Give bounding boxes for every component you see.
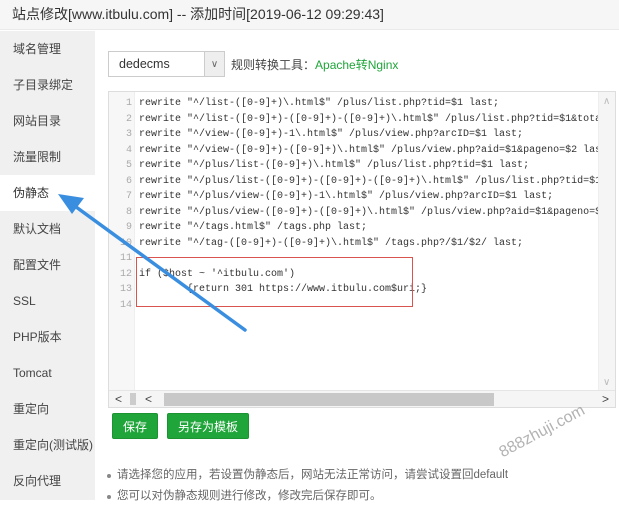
code-line: 4 rewrite "^/view-([0-9]+)-([0-9]+)\.html… bbox=[109, 143, 599, 159]
app-select[interactable]: dedecms ∨ bbox=[108, 51, 225, 77]
code-line: 7 rewrite "^/plus/view-([0-9]+)-1\.html$"… bbox=[109, 189, 599, 205]
line-number: 11 bbox=[119, 253, 132, 264]
tip-item: 请选择您的应用，若设置伪静态后，网站无法正常访问，请尝试设置回default bbox=[107, 465, 508, 486]
code-text: rewrite "^/view-([0-9]+)-1\.html$" /plus… bbox=[139, 129, 524, 140]
code-text: rewrite "^/plus/list-([0-9]+)\.html$" /p… bbox=[139, 160, 530, 171]
line-number: 10 bbox=[119, 237, 132, 249]
line-number: 4 bbox=[125, 144, 132, 156]
sidebar-item-site-directory[interactable]: 网站目录 bbox=[0, 103, 95, 139]
code-text: rewrite "^/list-([0-9]+)-([0-9]+)-([0-9]… bbox=[139, 113, 599, 125]
line-number: 13 bbox=[119, 284, 132, 295]
bullet-icon bbox=[107, 494, 111, 499]
line-number: 2 bbox=[125, 113, 132, 125]
sidebar-item-redirect[interactable]: 重定向 bbox=[0, 391, 95, 427]
chevron-down-icon[interactable]: ∨ bbox=[204, 52, 224, 76]
rewrite-toolbar: dedecms ∨ 规则转换工具： Apache转Nginx bbox=[108, 51, 398, 77]
line-number: 9 bbox=[125, 222, 132, 233]
sidebar-item-config-file[interactable]: 配置文件 bbox=[0, 247, 95, 283]
vertical-scrollbar[interactable]: ∧ ∨ bbox=[598, 92, 615, 392]
line-number: 6 bbox=[125, 175, 132, 187]
annotation-highlight-box bbox=[136, 257, 413, 307]
code-line: 5 rewrite "^/plus/list-([0-9]+)\.html$" /… bbox=[109, 158, 599, 174]
window-title: 站点修改[www.itbulu.com] -- 添加时间[2019-06-12 … bbox=[0, 0, 619, 30]
scroll-up-icon[interactable]: ∧ bbox=[603, 96, 610, 107]
code-line: 9 rewrite "^/tags.html$" /tags.php last; bbox=[109, 220, 599, 236]
code-text: rewrite "^/view-([0-9]+)-([0-9]+)\.html$… bbox=[139, 144, 599, 156]
save-as-template-button[interactable]: 另存为模板 bbox=[167, 413, 250, 439]
tips-list: 请选择您的应用，若设置伪静态后，网站无法正常访问，请尝试设置回default 您… bbox=[107, 465, 508, 507]
converter-label: 规则转换工具： bbox=[231, 57, 316, 72]
sidebar-item-php-version[interactable]: PHP版本 bbox=[0, 319, 95, 355]
save-button[interactable]: 保存 bbox=[112, 413, 159, 439]
sidebar-item-rewrite[interactable]: 伪静态 bbox=[0, 175, 95, 211]
tip-text: 您可以对伪静态规则进行修改，修改完后保存即可。 bbox=[117, 490, 382, 502]
code-line: 8 rewrite "^/plus/view-([0-9]+)-([0-9]+)\… bbox=[109, 205, 599, 221]
tip-item: 您可以对伪静态规则进行修改，修改完后保存即可。 bbox=[107, 486, 508, 507]
apache-to-nginx-link[interactable]: Apache转Nginx bbox=[315, 56, 398, 73]
code-text: rewrite "^/tag-([0-9]+)-([0-9]+)\.html$"… bbox=[139, 237, 524, 249]
line-number: 7 bbox=[125, 191, 132, 202]
sidebar-item-default-document[interactable]: 默认文档 bbox=[0, 211, 95, 247]
rewrite-code-editor[interactable]: 1 rewrite "^/list-([0-9]+)\.html$" /plus/… bbox=[108, 91, 616, 408]
sidebar-item-redirect-beta[interactable]: 重定向(测试版) bbox=[0, 427, 95, 463]
bullet-icon bbox=[107, 473, 111, 478]
sidebar: 域名管理 子目录绑定 网站目录 流量限制 伪静态 默认文档 配置文件 SSL P… bbox=[0, 31, 95, 500]
tip-text: 请选择您的应用，若设置伪静态后，网站无法正常访问，请尝试设置回default bbox=[117, 469, 509, 481]
code-text: rewrite "^/plus/list-([0-9]+)-([0-9]+)-(… bbox=[139, 175, 599, 187]
code-line: 6 rewrite "^/plus/list-([0-9]+)-([0-9]+)-… bbox=[109, 174, 599, 190]
code-text: rewrite "^/plus/view-([0-9]+)-([0-9]+)\.… bbox=[139, 206, 599, 218]
line-number: 8 bbox=[125, 206, 132, 218]
code-line: 2 rewrite "^/list-([0-9]+)-([0-9]+)-([0-9… bbox=[109, 112, 599, 128]
code-text: rewrite "^/list-([0-9]+)\.html$" /plus/l… bbox=[139, 98, 500, 109]
line-number: 5 bbox=[125, 160, 132, 171]
scroll-left-icon[interactable]: < bbox=[145, 391, 152, 407]
code-line: 10 rewrite "^/tag-([0-9]+)-([0-9]+)\.html… bbox=[109, 236, 599, 252]
code-text: rewrite "^/plus/view-([0-9]+)-1\.html$" … bbox=[139, 191, 554, 202]
code-line: 1 rewrite "^/list-([0-9]+)\.html$" /plus/… bbox=[109, 96, 599, 112]
code-text: rewrite "^/tags.html$" /tags.php last; bbox=[139, 222, 368, 233]
line-number: 14 bbox=[119, 299, 132, 311]
sidebar-item-subdirectory-binding[interactable]: 子目录绑定 bbox=[0, 67, 95, 103]
scroll-down-icon[interactable]: ∨ bbox=[603, 377, 610, 388]
line-number: 1 bbox=[125, 98, 132, 109]
action-buttons: 保存 另存为模板 bbox=[112, 413, 250, 439]
code-line: 3 rewrite "^/view-([0-9]+)-1\.html$" /plu… bbox=[109, 127, 599, 143]
app-select-value: dedecms bbox=[119, 57, 170, 71]
gutter-scroll-thumb[interactable] bbox=[130, 393, 136, 405]
sidebar-item-domain-management[interactable]: 域名管理 bbox=[0, 31, 95, 67]
horizontal-scrollbar[interactable]: < < > bbox=[109, 390, 615, 407]
sidebar-item-ssl[interactable]: SSL bbox=[0, 283, 95, 319]
sidebar-item-reverse-proxy[interactable]: 反向代理 bbox=[0, 463, 95, 499]
line-number: 3 bbox=[125, 129, 132, 140]
gutter-scroll-left-icon[interactable]: < bbox=[115, 391, 122, 407]
line-number: 12 bbox=[119, 268, 132, 280]
scroll-thumb[interactable] bbox=[164, 393, 494, 406]
sidebar-item-traffic-limit[interactable]: 流量限制 bbox=[0, 139, 95, 175]
sidebar-item-tomcat[interactable]: Tomcat bbox=[0, 355, 95, 391]
scroll-right-icon[interactable]: > bbox=[602, 391, 609, 407]
